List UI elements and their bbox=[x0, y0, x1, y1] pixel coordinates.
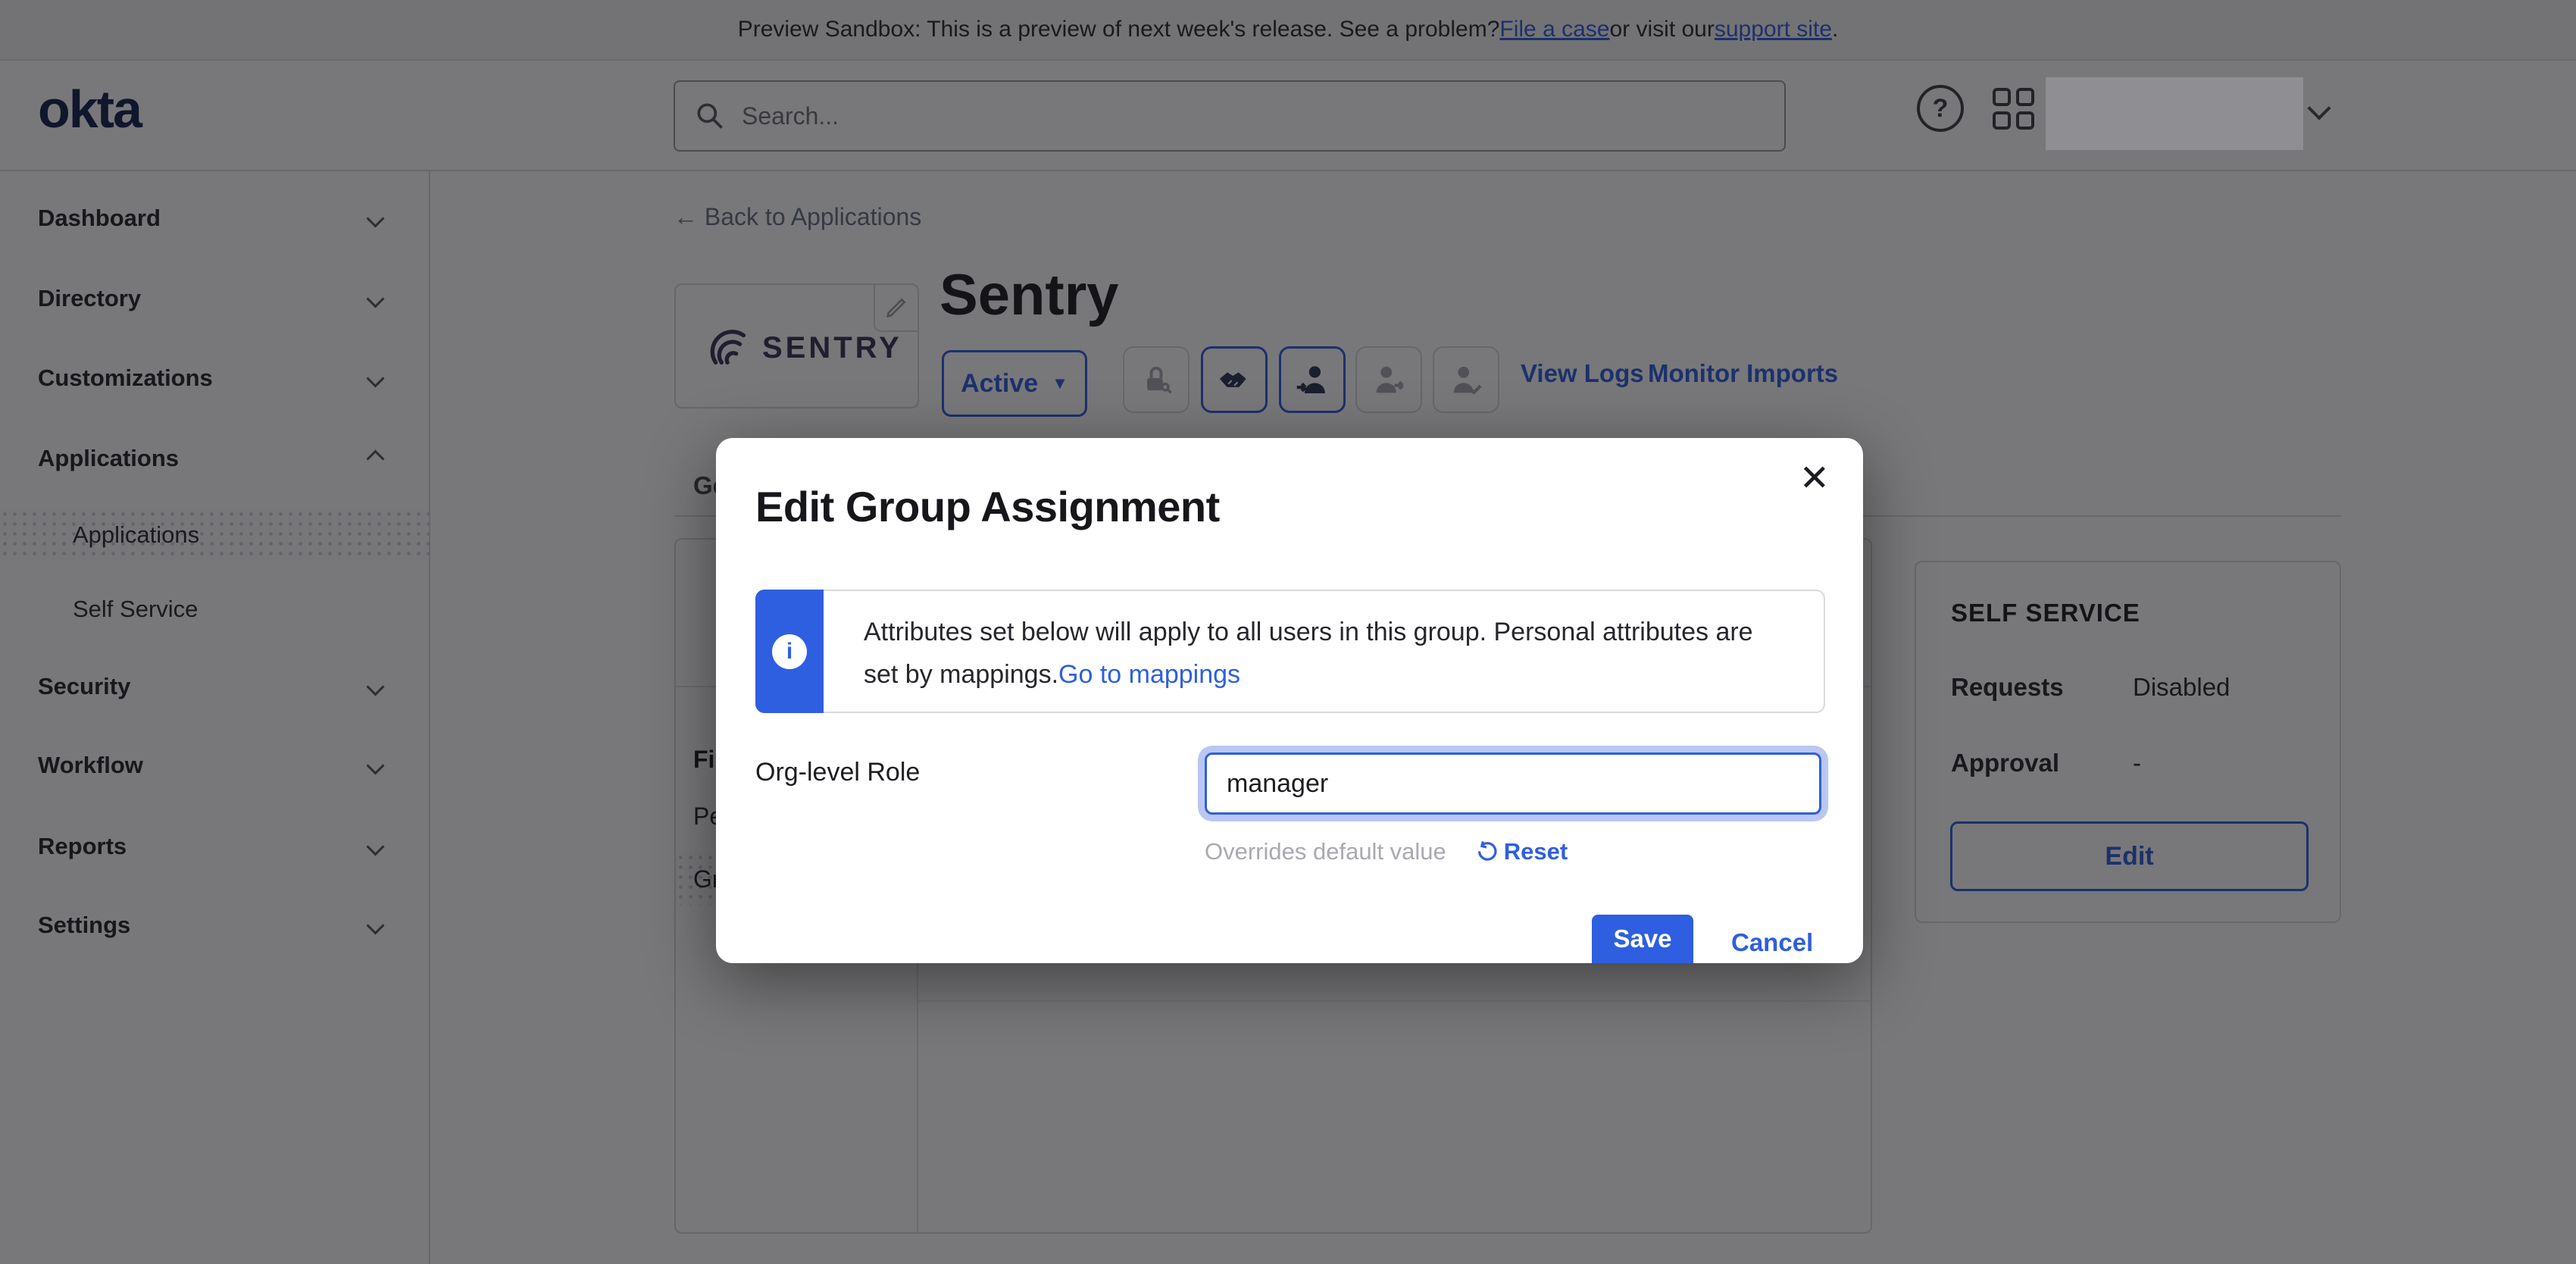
cancel-button[interactable]: Cancel bbox=[1731, 928, 1813, 957]
edit-group-assignment-modal: ✕ Edit Group Assignment i Attributes set… bbox=[716, 438, 1863, 963]
save-button[interactable]: Save bbox=[1592, 915, 1693, 963]
info-icon: i bbox=[772, 634, 807, 669]
info-callout-text: Attributes set below will apply to all u… bbox=[824, 590, 1825, 713]
reset-link[interactable]: Reset bbox=[1475, 838, 1568, 865]
reset-icon bbox=[1475, 840, 1499, 864]
overrides-helper-text: Overrides default value bbox=[1205, 838, 1446, 865]
close-icon[interactable]: ✕ bbox=[1799, 461, 1830, 497]
modal-title: Edit Group Assignment bbox=[755, 482, 1220, 531]
org-level-role-input[interactable] bbox=[1205, 752, 1821, 815]
go-to-mappings-link[interactable]: Go to mappings bbox=[1058, 660, 1240, 689]
info-callout-accent: i bbox=[755, 590, 824, 713]
info-callout: i Attributes set below will apply to all… bbox=[755, 590, 1825, 713]
redacted-account-name[interactable] bbox=[2046, 77, 2303, 150]
org-level-role-label: Org-level Role bbox=[755, 758, 920, 787]
